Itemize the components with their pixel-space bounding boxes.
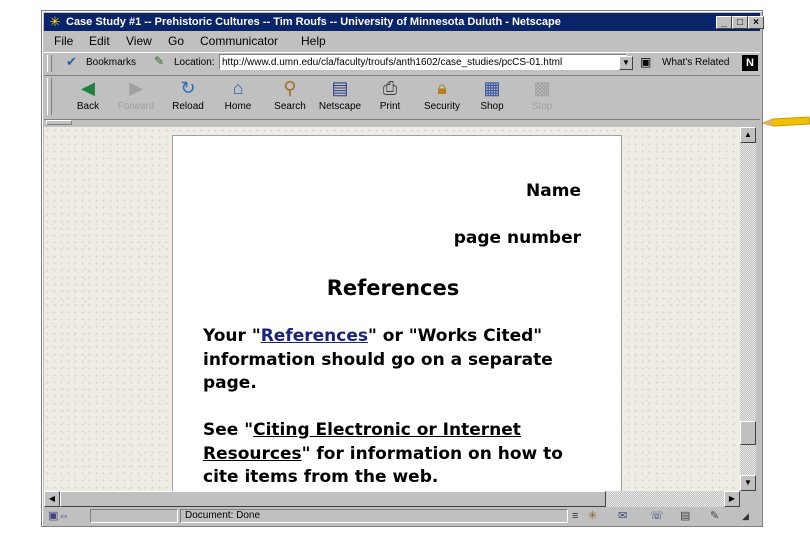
yellow-pencil-icon bbox=[763, 116, 810, 127]
menu-file[interactable]: File bbox=[54, 34, 73, 48]
name-label: Name bbox=[526, 181, 581, 201]
home-button[interactable]: ⌂ Home bbox=[214, 77, 262, 117]
scroll-down-button[interactable]: ▼ bbox=[740, 475, 756, 491]
browser-window: ✳ Case Study #1 -- Prehistoric Cultures … bbox=[41, 10, 764, 527]
url-dropdown-button[interactable]: ▼ bbox=[619, 56, 633, 70]
title-bar[interactable]: ✳ Case Study #1 -- Prehistoric Cultures … bbox=[44, 13, 764, 31]
scroll-left-button[interactable]: ◀ bbox=[44, 491, 60, 507]
location-label: Location: bbox=[174, 57, 215, 68]
menu-view[interactable]: View bbox=[126, 34, 152, 48]
toolbar-grip[interactable] bbox=[47, 78, 52, 115]
netscape-button[interactable]: ▤ Netscape bbox=[316, 77, 364, 117]
references-paragraph: Your "References" or "Works Cited" infor… bbox=[203, 325, 603, 396]
netscape-logo[interactable]: N bbox=[742, 55, 758, 71]
page-content-area[interactable]: Name page number References Your "Refere… bbox=[44, 127, 740, 491]
location-icon: ✎ bbox=[154, 54, 165, 68]
location-toolbar: ✔ Bookmarks ✎ Location: http://www.d.umn… bbox=[44, 52, 760, 76]
document-page: Name page number References Your "Refere… bbox=[172, 135, 622, 491]
reload-button[interactable]: ↻ Reload bbox=[164, 77, 212, 117]
component-bar-composer-icon[interactable]: ✎ bbox=[710, 509, 719, 523]
para2-text-start: See " bbox=[203, 420, 254, 440]
back-label: Back bbox=[76, 101, 100, 112]
status-divider-icon: ≡ bbox=[572, 510, 579, 522]
scroll-up-button[interactable]: ▲ bbox=[740, 127, 756, 143]
shop-label: Shop bbox=[480, 101, 504, 112]
menu-help[interactable]: Help bbox=[301, 34, 326, 48]
maximize-button[interactable]: □ bbox=[732, 16, 748, 29]
print-button[interactable]: ⎙ Print bbox=[366, 77, 414, 117]
search-label: Search bbox=[274, 101, 306, 112]
security-label: Security bbox=[423, 101, 461, 112]
component-bar-mail-icon[interactable]: ✉ bbox=[618, 509, 627, 523]
close-button[interactable]: × bbox=[748, 16, 764, 29]
forward-button[interactable]: ▶ Forward bbox=[112, 77, 160, 117]
shop-icon: ▦ bbox=[483, 78, 501, 98]
status-bar: ▣⇔ Document: Done ≡ ✳ ✉ ☏ ▤ ✎ ◢ bbox=[44, 508, 760, 524]
menu-edit[interactable]: Edit bbox=[89, 34, 110, 48]
forward-label: Forward bbox=[117, 101, 155, 112]
bookmarks-button[interactable]: Bookmarks bbox=[86, 57, 136, 68]
references-heading: References bbox=[326, 276, 460, 300]
back-arrow-icon: ◀ bbox=[81, 78, 95, 98]
component-bar-groups-icon[interactable]: ☏ bbox=[650, 509, 664, 523]
collapsed-toolbar-tab[interactable] bbox=[44, 120, 760, 126]
stop-label: Stop bbox=[531, 101, 553, 112]
menu-communicator[interactable]: Communicator bbox=[200, 34, 278, 48]
vertical-scrollbar[interactable]: ▲ ▼ bbox=[740, 127, 756, 491]
citing-paragraph: See "Citing Electronic or Internet Resou… bbox=[203, 419, 603, 490]
security-button[interactable]: 🔒︎ Security bbox=[418, 77, 466, 117]
menu-bar: File Edit View Go Communicator Help bbox=[44, 32, 760, 50]
connection-status-icon: ▣⇔ bbox=[48, 510, 70, 522]
netscape-label: Netscape bbox=[318, 101, 362, 112]
navigation-toolbar: ◀ Back ▶ Forward ↻ Reload ⌂ Home ⚲ Searc… bbox=[44, 75, 760, 120]
resize-grip-icon[interactable]: ◢ bbox=[742, 509, 749, 523]
minimize-button[interactable]: _ bbox=[716, 16, 732, 29]
horizontal-scroll-thumb[interactable] bbox=[60, 491, 606, 507]
home-label: Home bbox=[224, 101, 252, 112]
vertical-scroll-thumb[interactable] bbox=[740, 421, 756, 445]
print-icon: ⎙ bbox=[382, 78, 398, 98]
references-link[interactable]: References bbox=[261, 326, 368, 346]
window-title: Case Study #1 -- Prehistoric Cultures --… bbox=[66, 16, 561, 28]
progress-field bbox=[90, 509, 178, 523]
toolbar-grip[interactable] bbox=[47, 55, 52, 72]
scroll-right-button[interactable]: ▶ bbox=[724, 491, 740, 507]
netscape-icon: ▤ bbox=[331, 78, 349, 98]
url-input[interactable]: http://www.d.umn.edu/cla/faculty/troufs/… bbox=[219, 54, 627, 70]
status-text: Document: Done bbox=[180, 509, 568, 523]
search-icon: ⚲ bbox=[283, 78, 297, 98]
page-number-label: page number bbox=[453, 228, 581, 248]
print-label: Print bbox=[379, 101, 401, 112]
stop-icon: ▩ bbox=[533, 78, 551, 98]
reload-icon: ↻ bbox=[180, 78, 196, 98]
bookmarks-icon: ✔ bbox=[66, 54, 77, 69]
menu-go[interactable]: Go bbox=[168, 34, 184, 48]
shop-button[interactable]: ▦ Shop bbox=[468, 77, 516, 117]
netscape-window-icon: ✳ bbox=[49, 14, 61, 29]
whats-related-icon: ▣ bbox=[640, 55, 652, 69]
reload-label: Reload bbox=[172, 101, 204, 112]
para1-text-start: Your " bbox=[203, 326, 261, 346]
home-icon: ⌂ bbox=[232, 78, 244, 98]
search-button[interactable]: ⚲ Search bbox=[266, 77, 314, 117]
whats-related-button[interactable]: What's Related bbox=[662, 57, 730, 68]
horizontal-scrollbar[interactable]: ◀ ▶ bbox=[44, 491, 740, 507]
component-bar-navigator-icon[interactable]: ✳ bbox=[588, 509, 597, 523]
forward-arrow-icon: ▶ bbox=[129, 78, 143, 98]
back-button[interactable]: ◀ Back bbox=[64, 77, 112, 117]
security-lock-icon: 🔒︎ bbox=[437, 78, 447, 98]
component-bar-address-icon[interactable]: ▤ bbox=[680, 509, 690, 523]
stop-button[interactable]: ▩ Stop bbox=[518, 77, 566, 117]
